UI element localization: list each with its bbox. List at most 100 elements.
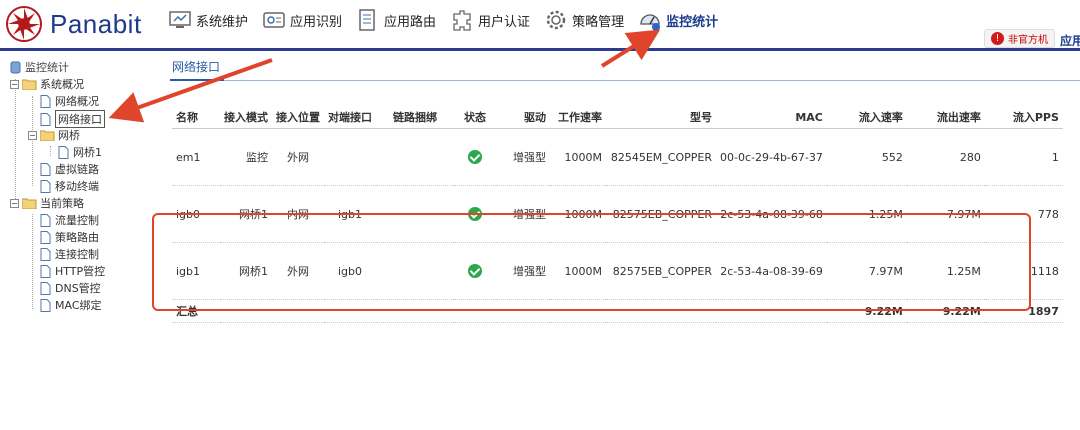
summary-in-pps: 1897 [984, 299, 1063, 323]
col-status[interactable]: 状态 [454, 106, 496, 129]
cell-model: 82575EB_COPPER [606, 242, 716, 300]
col-mac[interactable]: MAC [716, 106, 827, 129]
page-icon [40, 179, 51, 193]
sidebar-tree: 监控统计 − 系统概况 网络概况 网络接口 − 网桥 网桥1 虚拟链路 移动终端… [0, 52, 150, 430]
tree-root-label: 监控统计 [25, 61, 69, 74]
sidebar-item-label: 连接控制 [55, 248, 99, 261]
sidebar-item-mobile-terminal[interactable]: 移动终端 [40, 178, 99, 194]
badge-label: 非官方机 [1008, 35, 1048, 46]
col-work-rate[interactable]: 工作速率 [550, 106, 606, 129]
top-bar: Panabit 系统维护 应用识别 应用路由 用户认证 策略管理 监控统计 ! [0, 0, 1080, 50]
sidebar-item-label: 流量控制 [55, 214, 99, 227]
user-auth-icon [453, 10, 471, 31]
tree-group-label: 网桥 [58, 129, 80, 142]
col-access-mode[interactable]: 接入模式 [220, 106, 272, 129]
page-icon [40, 162, 51, 176]
sidebar-item-network-interface[interactable]: 网络接口 [40, 110, 105, 128]
sidebar-item-flow-control[interactable]: 流量控制 [40, 212, 99, 228]
tree-guide [32, 214, 33, 309]
cell-driver: 增强型 [496, 242, 550, 300]
menu-app-routing[interactable]: 应用路由 [356, 8, 436, 32]
cell-status [454, 128, 496, 186]
sidebar-item-dns-control[interactable]: DNS管控 [40, 280, 101, 296]
table-header-row: 名称 接入模式 接入位置 对端接口 链路捆绑 状态 驱动 工作速率 型号 MAC… [172, 106, 1063, 129]
tree-root[interactable]: 监控统计 [10, 59, 69, 75]
brand-logo[interactable]: Panabit [6, 6, 142, 42]
interface-table: 名称 接入模式 接入位置 对端接口 链路捆绑 状态 驱动 工作速率 型号 MAC… [172, 106, 1063, 323]
collapse-icon[interactable]: − [10, 79, 19, 89]
cell-out-rate: 7.97M [906, 185, 985, 243]
cell-status [454, 242, 496, 300]
menu-policy-management[interactable]: 策略管理 [544, 8, 624, 32]
cell-access-location: 内网 [272, 185, 324, 243]
page-icon [40, 298, 51, 312]
cell-link-bundle [376, 242, 454, 300]
menu-monitor-statistics[interactable]: 监控统计 [638, 8, 718, 32]
cell-status [454, 185, 496, 243]
sidebar-item-label: 网桥1 [73, 146, 102, 159]
cell-peer-interface [324, 128, 376, 186]
brand-name: Panabit [50, 8, 142, 39]
page-icon [40, 94, 51, 108]
cell-model: 82545EM_COPPER [606, 128, 716, 186]
col-driver[interactable]: 驱动 [496, 106, 550, 129]
collapse-icon[interactable]: − [10, 198, 19, 208]
cell-name[interactable]: igb0 [172, 185, 220, 243]
cell-out-rate: 280 [906, 128, 985, 186]
menu-app-identify[interactable]: 应用识别 [262, 8, 342, 32]
col-access-location[interactable]: 接入位置 [272, 106, 324, 129]
tree-group-current-policy[interactable]: − 当前策略 [10, 195, 84, 211]
table-row: em1 监控 外网 增强型 1000M 82545EM_COPPER 00-0c… [172, 128, 1063, 186]
folder-open-icon [22, 198, 37, 209]
cell-in-rate: 7.97M [826, 242, 907, 300]
cell-access-mode[interactable]: 网桥1 [220, 242, 272, 300]
header-divider [0, 48, 1080, 51]
cell-in-pps: 1 [984, 128, 1063, 186]
header-cut-text[interactable]: 应用 [1060, 32, 1080, 49]
cell-in-rate: 552 [826, 128, 907, 186]
menu-system-maintenance[interactable]: 系统维护 [168, 8, 248, 32]
collapse-icon[interactable]: − [28, 130, 37, 140]
cell-in-pps: 1118 [984, 242, 1063, 300]
sidebar-item-label: 虚拟链路 [55, 163, 99, 176]
summary-label: 汇总 [172, 299, 827, 323]
col-link-bundle[interactable]: 链路捆绑 [376, 106, 454, 129]
tree-group-label: 当前策略 [40, 197, 84, 210]
cell-access-mode: 监控 [220, 128, 272, 186]
sidebar-item-virtual-link[interactable]: 虚拟链路 [40, 161, 99, 177]
status-ok-icon [468, 264, 482, 278]
system-maintenance-icon [169, 11, 191, 28]
cell-access-mode[interactable]: 网桥1 [220, 185, 272, 243]
tab-network-interface[interactable]: 网络接口 [172, 58, 220, 75]
gear-icon [546, 10, 566, 30]
main-menu: 系统维护 应用识别 应用路由 用户认证 策略管理 监控统计 [168, 8, 732, 32]
tree-group-bridge[interactable]: − 网桥 [28, 127, 80, 143]
col-name[interactable]: 名称 [172, 106, 220, 129]
cell-name[interactable]: igb1 [172, 242, 220, 300]
menu-user-auth[interactable]: 用户认证 [450, 8, 530, 32]
sidebar-item-network-overview[interactable]: 网络概况 [40, 93, 99, 109]
col-in-rate[interactable]: 流入速率 [826, 106, 907, 129]
sidebar-item-bridge-1[interactable]: 网桥1 [58, 144, 102, 160]
cell-in-pps: 778 [984, 185, 1063, 243]
folder-open-icon [22, 79, 37, 90]
sidebar-item-mac-binding[interactable]: MAC绑定 [40, 297, 102, 313]
cell-link-bundle [376, 185, 454, 243]
cell-name[interactable]: em1 [172, 128, 220, 186]
sidebar-item-label: MAC绑定 [55, 299, 102, 312]
cell-mac: 2c-53-4a-08-39-68 [716, 185, 827, 243]
tree-group-system-overview[interactable]: − 系统概况 [10, 76, 84, 92]
col-peer-interface[interactable]: 对端接口 [324, 106, 376, 129]
page-icon [40, 247, 51, 261]
sidebar-item-http-control[interactable]: HTTP管控 [40, 263, 105, 279]
col-out-rate[interactable]: 流出速率 [906, 106, 985, 129]
col-in-pps[interactable]: 流入PPS [984, 106, 1063, 129]
page-icon [40, 264, 51, 278]
col-model[interactable]: 型号 [606, 106, 716, 129]
sidebar-item-label: 网络接口 [55, 110, 105, 128]
sidebar-item-connection-control[interactable]: 连接控制 [40, 246, 99, 262]
menu-label: 应用路由 [384, 14, 437, 30]
warning-icon: ! [991, 32, 1004, 45]
cell-driver: 增强型 [496, 185, 550, 243]
sidebar-item-policy-routing[interactable]: 策略路由 [40, 229, 99, 245]
